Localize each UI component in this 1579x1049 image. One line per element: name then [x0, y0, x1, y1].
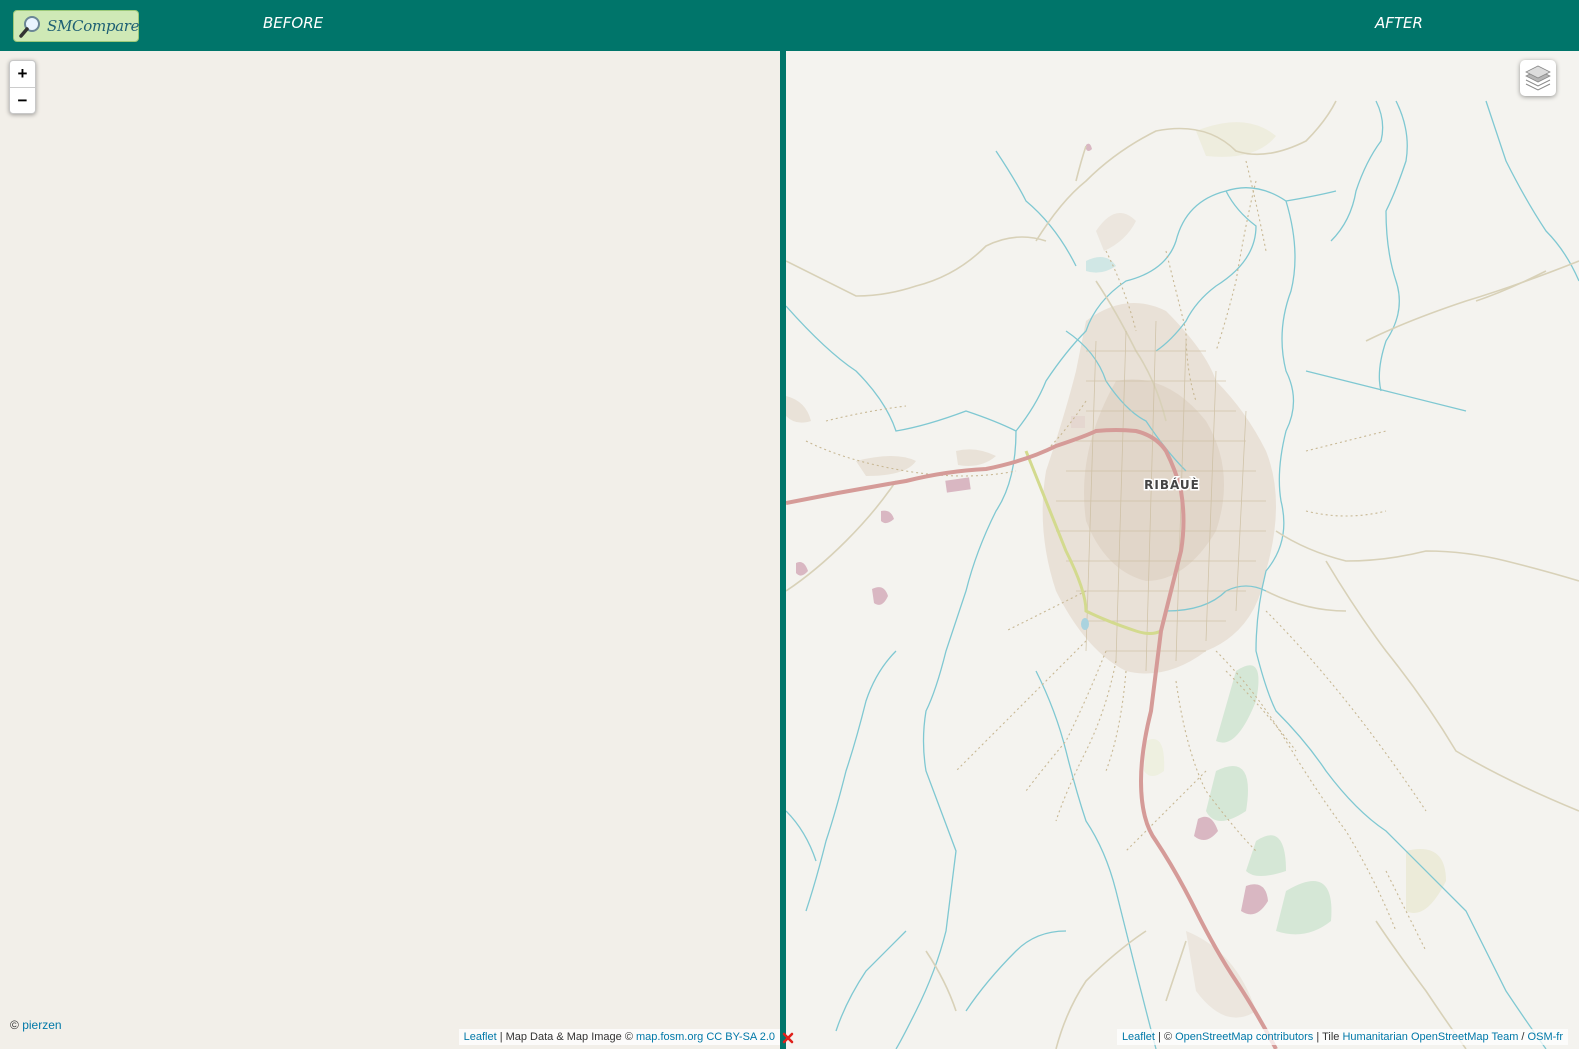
- license-link[interactable]: CC BY-SA 2.0: [706, 1031, 775, 1043]
- attribution-separator: | ©: [1158, 1031, 1173, 1043]
- layers-control-button[interactable]: [1520, 60, 1556, 96]
- close-icon[interactable]: [781, 1031, 795, 1045]
- layers-icon: [1525, 65, 1551, 91]
- osm-fr-link[interactable]: OSM-fr: [1528, 1031, 1563, 1043]
- leaflet-link[interactable]: Leaflet: [1122, 1031, 1155, 1043]
- before-map-pane[interactable]: [0, 51, 780, 1049]
- before-label: BEFORE: [263, 14, 324, 32]
- zoom-out-button[interactable]: −: [10, 88, 35, 114]
- attribution-separator: | Tile: [1316, 1031, 1340, 1043]
- place-label: RIBÁUÈ: [1144, 477, 1200, 492]
- author-credit: © pierzen: [10, 1018, 62, 1032]
- attribution-separator: /: [1521, 1031, 1525, 1043]
- zoom-in-button[interactable]: +: [10, 61, 35, 88]
- magnifier-icon: [19, 16, 40, 38]
- fosm-link[interactable]: map.fosm.org: [636, 1031, 703, 1043]
- before-map-attribution: Leaflet | Map Data & Map Image © map.fos…: [458, 1029, 780, 1045]
- logo-text: SMCompare: [47, 17, 140, 35]
- urban-area: [786, 213, 1276, 1018]
- small-lake: [1081, 618, 1089, 630]
- attribution-text: | Map Data & Map Image ©: [499, 1031, 633, 1043]
- after-map-pane[interactable]: RIBÁUÈ: [786, 51, 1579, 1049]
- osm-contributors-link[interactable]: OpenStreetMap contributors: [1175, 1031, 1313, 1043]
- hot-link[interactable]: Humanitarian OpenStreetMap Team: [1342, 1031, 1518, 1043]
- zoom-control: + −: [9, 60, 36, 114]
- after-map-tiles: RIBÁUÈ: [786, 100, 1579, 1049]
- after-label: AFTER: [1375, 14, 1423, 32]
- author-link[interactable]: pierzen: [22, 1018, 61, 1032]
- leaflet-link[interactable]: Leaflet: [464, 1031, 497, 1043]
- top-bar: SMCompare BEFORE AFTER: [0, 0, 1579, 51]
- credit-prefix: ©: [10, 1018, 19, 1032]
- smcompare-logo[interactable]: SMCompare: [13, 10, 140, 42]
- after-map-attribution: Leaflet | © OpenStreetMap contributors |…: [1116, 1029, 1568, 1045]
